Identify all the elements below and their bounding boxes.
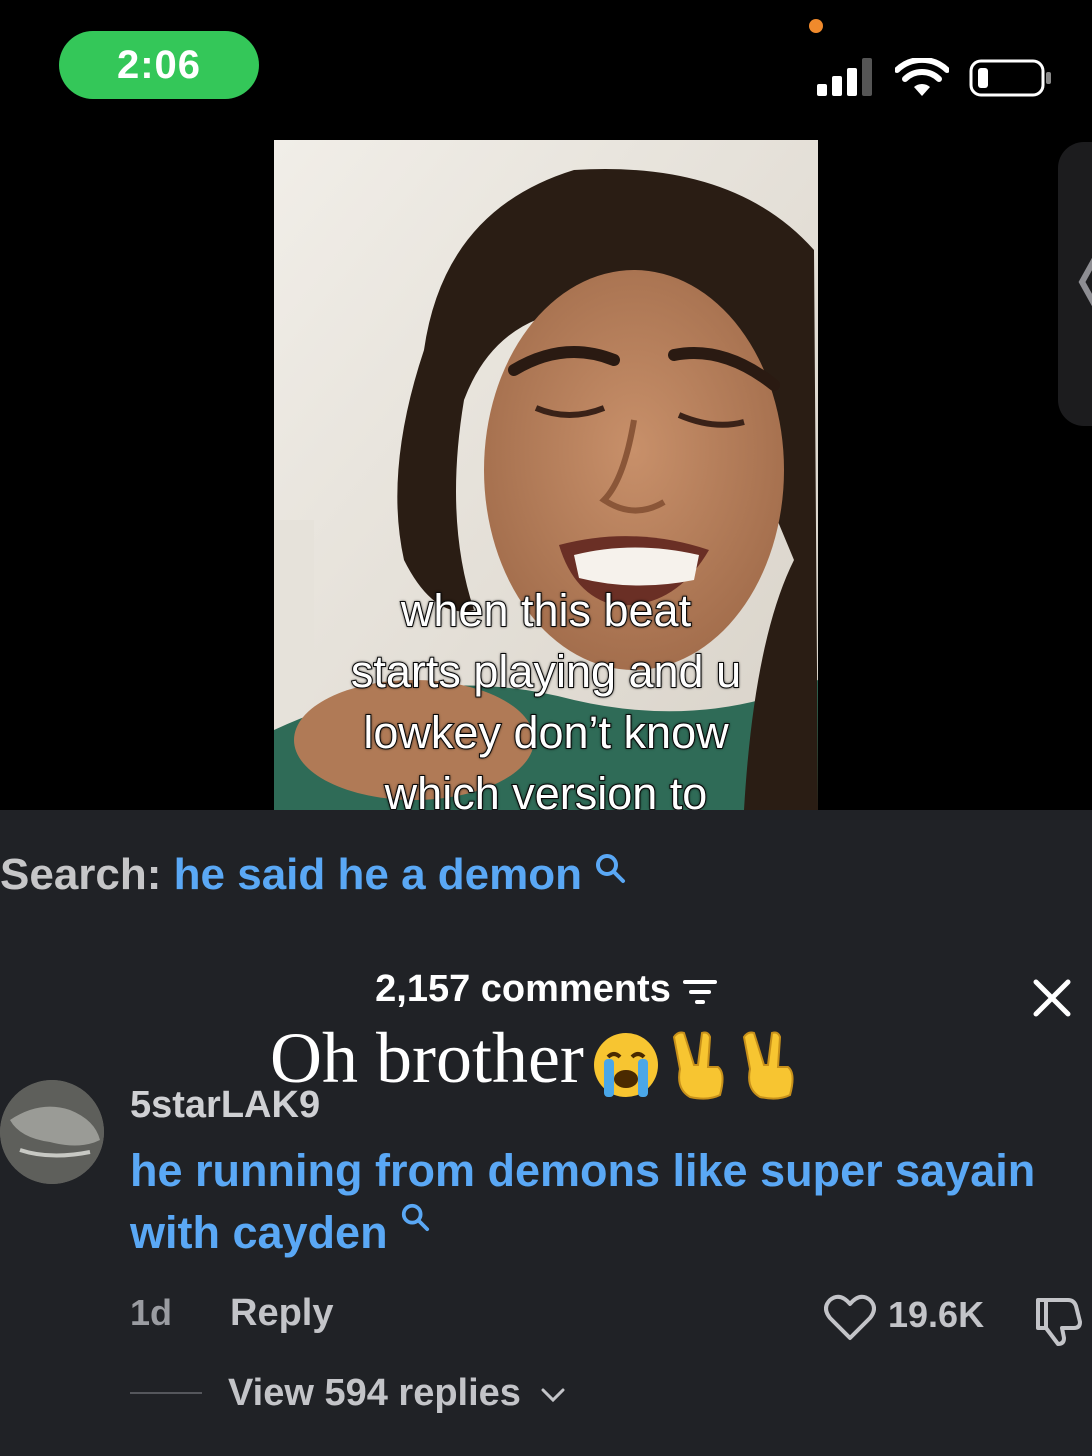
search-icon	[401, 1203, 430, 1232]
cellular-signal-icon	[817, 58, 872, 96]
comment-text-content[interactable]: he running from demons like super sayain…	[130, 1145, 1035, 1258]
reply-button[interactable]: Reply	[230, 1292, 333, 1335]
sort-filter-icon[interactable]	[682, 978, 717, 1006]
comments-header: 2,157 comments	[0, 968, 1092, 1011]
comments-count: 2,157 comments	[375, 968, 671, 1010]
chevron-down-icon	[541, 1388, 565, 1403]
victory-hand-icon	[672, 1031, 724, 1101]
like-count: 19.6K	[888, 1294, 985, 1335]
view-replies-label[interactable]: View 594 replies	[228, 1372, 521, 1414]
search-icon	[596, 854, 626, 883]
battery-icon	[969, 59, 1051, 97]
loudly-crying-face-icon	[593, 1033, 658, 1098]
replies-divider	[130, 1392, 202, 1394]
wifi-icon	[895, 58, 949, 96]
video-caption: when this beat starts playing and u lowk…	[350, 584, 742, 810]
comment-text[interactable]: he running from demons like super sayain…	[130, 1140, 1092, 1264]
overlay-caption: Oh brother	[270, 1018, 802, 1101]
dislike-icon[interactable]	[1032, 1296, 1084, 1346]
comments-panel: Search: he said he a demon 2,157 comment…	[0, 810, 1092, 1456]
video-player[interactable]: when this beat starts playing and u lowk…	[274, 140, 818, 810]
close-icon[interactable]	[1032, 978, 1072, 1018]
heart-icon[interactable]	[824, 1294, 876, 1342]
side-panel-handle[interactable]	[1058, 142, 1092, 426]
comment-username[interactable]: 5starLAK9	[130, 1084, 320, 1127]
comment-age: 1d	[130, 1292, 173, 1333]
status-time: 2:06	[116, 42, 202, 87]
view-replies-button[interactable]: View 594 replies	[228, 1372, 566, 1415]
avatar-image	[0, 1080, 104, 1184]
search-suggestion[interactable]: Search: he said he a demon	[0, 850, 626, 900]
avatar[interactable]	[0, 1080, 104, 1184]
search-term[interactable]: he said he a demon	[174, 850, 582, 899]
privacy-indicator-dot	[809, 19, 823, 33]
chevron-left-icon	[1078, 257, 1092, 307]
time-pill[interactable]: 2:06	[59, 31, 259, 99]
search-label: Search:	[0, 850, 162, 899]
victory-hand-icon	[742, 1031, 794, 1101]
